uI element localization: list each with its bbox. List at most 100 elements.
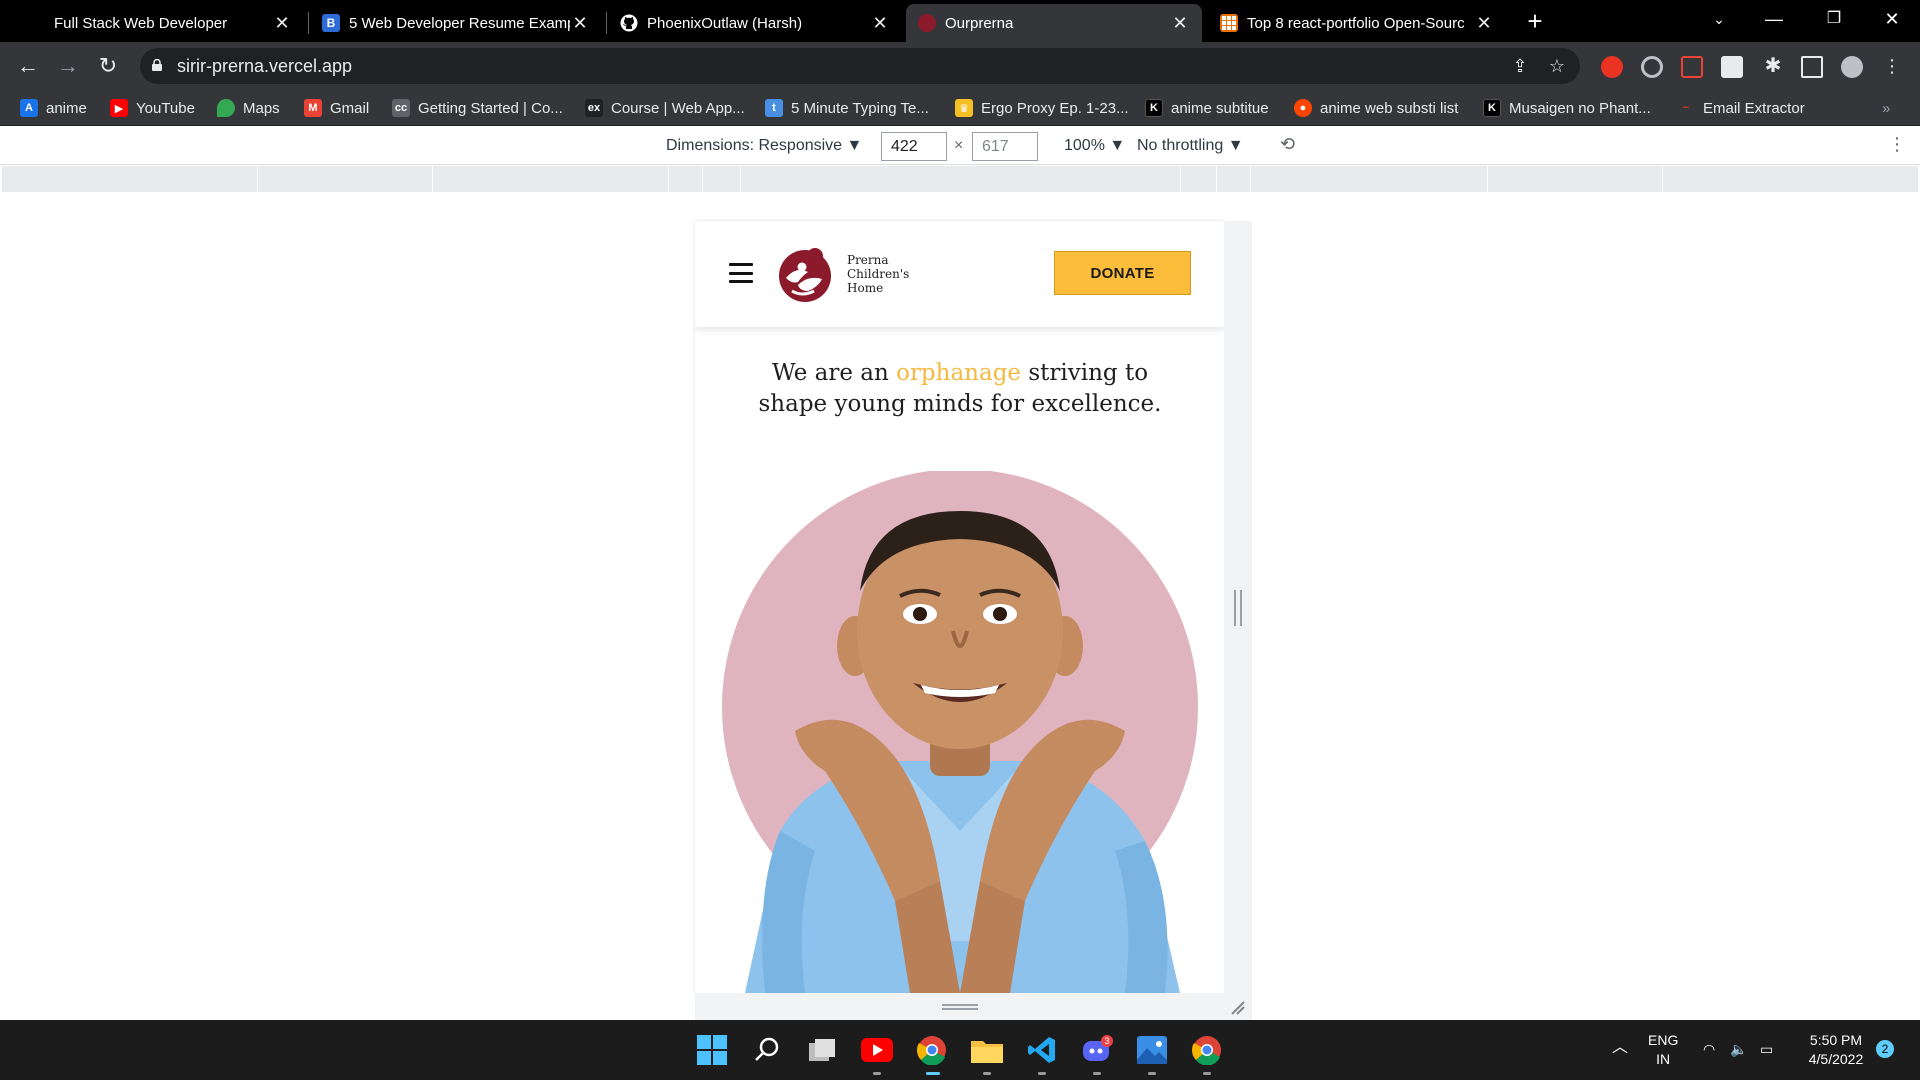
- bookmark-item[interactable]: M Gmail: [304, 97, 369, 119]
- bookmark-item[interactable]: ♛ Ergo Proxy Ep. 1-23...: [955, 97, 1129, 119]
- close-icon[interactable]: ✕: [870, 13, 890, 34]
- cast-ext-icon[interactable]: [1681, 56, 1703, 78]
- hamburger-menu-icon[interactable]: [729, 263, 753, 283]
- browser-toolbar: ← → ↻ sirir-prerna.vercel.app ⇪ ☆ ✱ ⋮: [0, 42, 1920, 90]
- discord-badge: 3: [1104, 1036, 1109, 1046]
- github-icon: [620, 14, 638, 32]
- tab-react-portfolio[interactable]: Top 8 react-portfolio Open-Sourc ✕: [1208, 4, 1506, 42]
- gmail-icon: M: [304, 99, 322, 117]
- emulated-viewport-area: Prerna Children's Home DONATE We are an …: [0, 192, 1920, 1020]
- dimensions-select[interactable]: Dimensions: Responsive ▼: [666, 137, 862, 155]
- rotate-icon[interactable]: ⟲: [1280, 134, 1295, 155]
- menu-kebab-icon[interactable]: ⋮: [1880, 54, 1904, 78]
- bookmark-item[interactable]: ● anime web substi list: [1294, 97, 1458, 119]
- task-view-icon[interactable]: [805, 1033, 839, 1067]
- side-panel-icon[interactable]: [1801, 56, 1823, 78]
- discord-icon[interactable]: 3: [1080, 1033, 1114, 1067]
- tab-title: PhoenixOutlaw (Harsh): [647, 14, 803, 32]
- typing-icon: t: [765, 99, 783, 117]
- throttling-select[interactable]: No throttling ▼: [1137, 137, 1244, 155]
- zoom-select[interactable]: 100% ▼: [1064, 137, 1125, 155]
- volume-icon[interactable]: 🔈: [1730, 1040, 1747, 1059]
- search-icon[interactable]: [750, 1033, 784, 1067]
- extensions-puzzle-icon[interactable]: ✱: [1761, 54, 1785, 78]
- media-query-bar[interactable]: [2, 166, 1918, 192]
- more-bookmarks-icon[interactable]: »: [1882, 97, 1890, 119]
- new-tab-button[interactable]: +: [1520, 6, 1550, 36]
- close-icon[interactable]: ✕: [1474, 13, 1494, 34]
- youtube-app-icon[interactable]: [860, 1033, 894, 1067]
- windows-start-icon[interactable]: [695, 1033, 729, 1067]
- more-options-icon[interactable]: ⋮: [1888, 134, 1906, 155]
- close-icon[interactable]: ✕: [570, 13, 590, 34]
- site-header: Prerna Children's Home DONATE: [695, 221, 1225, 327]
- email-icon: ~: [1682, 102, 1690, 114]
- back-icon[interactable]: ←: [12, 50, 44, 82]
- chrome-icon[interactable]: [1190, 1033, 1224, 1067]
- device-toolbar: Dimensions: Responsive ▼ × 100% ▼ No thr…: [0, 127, 1920, 165]
- restore-icon[interactable]: ❐: [1812, 0, 1856, 38]
- profile-avatar[interactable]: [1841, 56, 1863, 78]
- b-icon: B: [322, 14, 340, 32]
- lock-icon[interactable]: [152, 59, 162, 71]
- bookmark-item[interactable]: t5 Minute Typing Te...: [765, 97, 929, 119]
- highlight-word: orphanage: [896, 360, 1022, 386]
- tab-search-icon[interactable]: ⌄: [1697, 0, 1741, 38]
- tab-full-stack[interactable]: Full Stack Web Developer ✕: [42, 4, 304, 42]
- hero-tagline: We are an orphanage striving to shape yo…: [758, 360, 1162, 417]
- wifi-icon[interactable]: ◠: [1703, 1040, 1715, 1059]
- address-bar[interactable]: sirir-prerna.vercel.app ⇪ ☆: [140, 48, 1580, 84]
- bookmark-item[interactable]: Aanime: [20, 97, 87, 119]
- reload-icon[interactable]: ↻: [92, 50, 124, 82]
- tab-strip: Full Stack Web Developer ✕ B 5 Web Devel…: [0, 0, 1920, 42]
- reddit-icon: ●: [1294, 99, 1312, 117]
- width-input[interactable]: [881, 132, 947, 161]
- close-icon[interactable]: ✕: [272, 13, 292, 34]
- battery-icon[interactable]: ▭: [1760, 1040, 1773, 1059]
- corner-resize-icon[interactable]: [1228, 998, 1246, 1016]
- bookmark-item[interactable]: ▶ YouTube: [110, 97, 195, 119]
- notification-badge[interactable]: 2: [1876, 1040, 1894, 1058]
- bookmark-item[interactable]: K Musaigen no Phant...: [1483, 97, 1651, 119]
- height-input[interactable]: [972, 132, 1038, 161]
- tab-resume-examples[interactable]: B 5 Web Developer Resume Examp ✕: [310, 4, 602, 42]
- forward-icon[interactable]: →: [52, 50, 84, 82]
- chrome-icon[interactable]: [915, 1033, 949, 1067]
- share-icon[interactable]: ⇪: [1508, 54, 1532, 78]
- times-sign: ×: [954, 137, 964, 154]
- anime-icon: A: [20, 99, 38, 117]
- crown-icon: ♛: [955, 99, 973, 117]
- bookmark-item[interactable]: Maps: [217, 97, 280, 119]
- media-ext-icon[interactable]: [1721, 56, 1743, 78]
- subtitle-icon: K: [1483, 99, 1501, 117]
- maps-pin-icon: [217, 99, 235, 117]
- bookmark-item[interactable]: Kanime subtitue: [1145, 97, 1269, 119]
- bookmark-item[interactable]: ~ Email Extractor: [1677, 97, 1805, 119]
- youtube-icon: ▶: [110, 99, 128, 117]
- bookmark-star-icon[interactable]: ☆: [1545, 54, 1569, 78]
- close-window-icon[interactable]: ✕: [1870, 0, 1914, 38]
- device-frame: Prerna Children's Home DONATE We are an …: [695, 221, 1225, 993]
- tab-title: Full Stack Web Developer: [54, 14, 228, 32]
- vscode-icon[interactable]: [1025, 1033, 1059, 1067]
- tab-ourprerna[interactable]: Ourprerna ✕: [906, 4, 1202, 42]
- language-indicator[interactable]: ENG IN: [1648, 1031, 1678, 1069]
- minimize-icon[interactable]: —: [1752, 0, 1796, 38]
- target-ext-icon[interactable]: [1641, 56, 1663, 78]
- height-resize-handle[interactable]: [942, 1004, 978, 1010]
- cc-icon: cc: [392, 99, 410, 117]
- bookmark-item[interactable]: cc Getting Started | Co...: [392, 97, 563, 119]
- grid-icon: [1220, 14, 1238, 32]
- tray-chevron-icon[interactable]: ︿: [1612, 1038, 1628, 1057]
- width-resize-handle[interactable]: [1234, 590, 1242, 626]
- prerna-logo[interactable]: [778, 245, 834, 303]
- clock[interactable]: 5:50 PM 4/5/2022: [1800, 1031, 1872, 1069]
- tab-github[interactable]: PhoenixOutlaw (Harsh) ✕: [608, 4, 902, 42]
- photos-icon[interactable]: [1135, 1033, 1169, 1067]
- donate-button[interactable]: DONATE: [1054, 251, 1191, 295]
- close-icon[interactable]: ✕: [1170, 13, 1190, 34]
- hero-child-image: [722, 471, 1198, 993]
- youtube-ext-icon[interactable]: [1601, 56, 1623, 78]
- bookmark-item[interactable]: ex Course | Web App...: [585, 97, 745, 119]
- file-explorer-icon[interactable]: [970, 1033, 1004, 1067]
